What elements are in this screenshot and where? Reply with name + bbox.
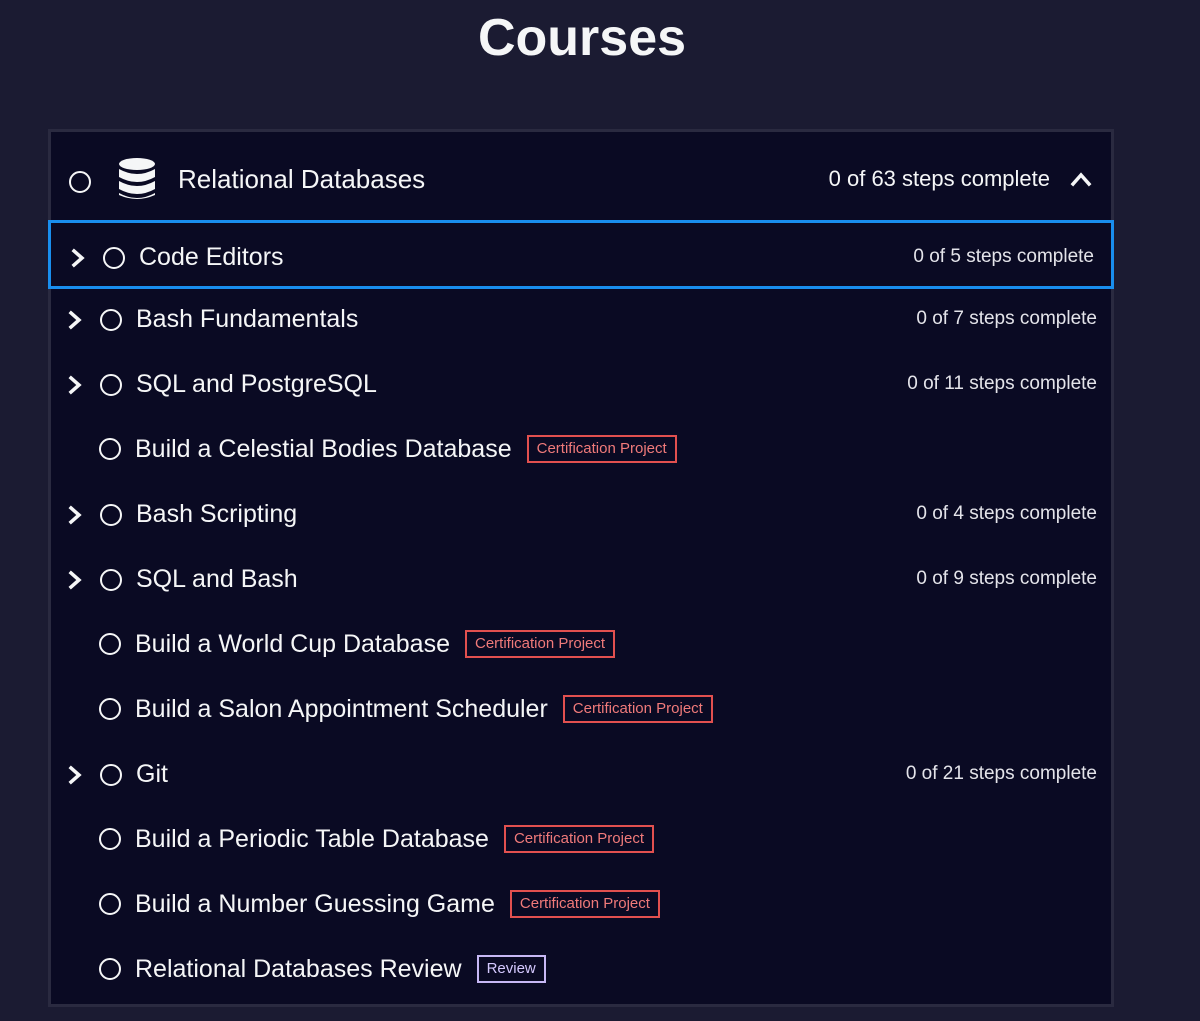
block-title[interactable]: Build a Periodic Table Database: [135, 822, 489, 856]
completion-circle-icon: [99, 438, 121, 460]
certification-project-badge: Certification Project: [509, 890, 660, 918]
block-row[interactable]: SQL and PostgreSQL 0 of 11 steps complete: [48, 350, 1114, 419]
certification-project-badge: Certification Project: [562, 695, 713, 723]
chevron-up-icon[interactable]: [1069, 167, 1093, 191]
block-title[interactable]: Build a Celestial Bodies Database: [135, 432, 512, 466]
block-row[interactable]: Build a Celestial Bodies Database Certifi…: [48, 415, 1114, 484]
database-icon: [119, 158, 155, 199]
block-progress: 0 of 21 steps complete: [905, 763, 1097, 784]
block-title[interactable]: Bash Scripting: [136, 497, 297, 531]
block-progress: 0 of 9 steps complete: [916, 568, 1097, 589]
block-title[interactable]: SQL and Bash: [136, 562, 298, 596]
completion-circle-icon: [100, 504, 122, 526]
block-title[interactable]: Code Editors: [139, 240, 284, 274]
block-title[interactable]: Relational Databases Review: [135, 952, 462, 986]
completion-circle-icon: [100, 764, 122, 786]
chevron-right-icon[interactable]: [65, 569, 85, 591]
block-row[interactable]: Build a Salon Appointment Scheduler Certi…: [48, 675, 1114, 744]
block-progress: 0 of 4 steps complete: [916, 503, 1097, 524]
completion-circle-icon: [99, 958, 121, 980]
block-row[interactable]: Build a Number Guessing Game Certificatio…: [48, 870, 1114, 939]
superblock-title: Relational Databases: [178, 164, 426, 194]
block-title-group: Build a Celestial Bodies Database Certifi…: [135, 430, 677, 468]
chevron-right-icon[interactable]: [65, 374, 85, 396]
completion-circle-icon: [99, 893, 121, 915]
block-row[interactable]: Bash Fundamentals 0 of 7 steps complete: [48, 285, 1114, 354]
chevron-right-icon[interactable]: [68, 247, 88, 269]
block-progress: 0 of 7 steps complete: [916, 308, 1097, 329]
certification-project-badge: Certification Project: [503, 825, 654, 853]
review-badge: Review: [476, 955, 546, 983]
block-row[interactable]: Relational Databases Review Review: [48, 935, 1114, 1004]
block-title-group: Build a Number Guessing Game Certificatio…: [135, 885, 660, 923]
completion-circle-icon: [99, 633, 121, 655]
completion-circle-icon: [99, 828, 121, 850]
completion-circle-icon: [100, 374, 122, 396]
block-title[interactable]: Build a World Cup Database: [135, 627, 450, 661]
superblock-panel: Relational Databases 0 of 63 steps compl…: [48, 129, 1114, 1007]
completion-circle-icon: [69, 171, 91, 193]
block-row[interactable]: SQL and Bash 0 of 9 steps complete: [48, 545, 1114, 614]
superblock-header[interactable]: Relational Databases 0 of 63 steps compl…: [51, 132, 1111, 220]
certification-project-badge: Certification Project: [465, 630, 616, 658]
block-title[interactable]: Git: [136, 757, 168, 791]
block-row[interactable]: Git 0 of 21 steps complete: [48, 740, 1114, 809]
block-title[interactable]: SQL and PostgreSQL: [136, 367, 377, 401]
block-progress: 0 of 11 steps complete: [907, 373, 1097, 394]
block-title-group: Build a Periodic Table Database Certifica…: [135, 820, 654, 858]
chevron-right-icon[interactable]: [65, 504, 85, 526]
chevron-right-icon[interactable]: [65, 309, 85, 331]
completion-circle-icon: [100, 569, 122, 591]
block-title[interactable]: Bash Fundamentals: [136, 302, 358, 336]
block-title[interactable]: Build a Salon Appointment Scheduler: [135, 692, 548, 726]
certification-project-badge: Certification Project: [526, 435, 677, 463]
chevron-right-icon[interactable]: [65, 764, 85, 786]
block-row[interactable]: Build a World Cup Database Certification …: [48, 610, 1114, 679]
block-title-group: Build a Salon Appointment Scheduler Certi…: [135, 690, 713, 728]
superblock-progress: 0 of 63 steps complete: [828, 166, 1050, 191]
completion-circle-icon: [103, 247, 125, 269]
block-progress: 0 of 5 steps complete: [913, 246, 1094, 267]
completion-circle-icon: [100, 309, 122, 331]
block-title[interactable]: Build a Number Guessing Game: [135, 887, 495, 921]
block-row[interactable]: Code Editors 0 of 5 steps complete: [48, 220, 1114, 289]
block-title-group: Relational Databases Review Review: [135, 950, 546, 988]
block-title-group: Build a World Cup Database Certification …: [135, 625, 616, 663]
block-row[interactable]: Bash Scripting 0 of 4 steps complete: [48, 480, 1114, 549]
block-row[interactable]: Build a Periodic Table Database Certifica…: [48, 805, 1114, 874]
completion-circle-icon: [99, 698, 121, 720]
page-title: Courses: [477, 9, 687, 67]
